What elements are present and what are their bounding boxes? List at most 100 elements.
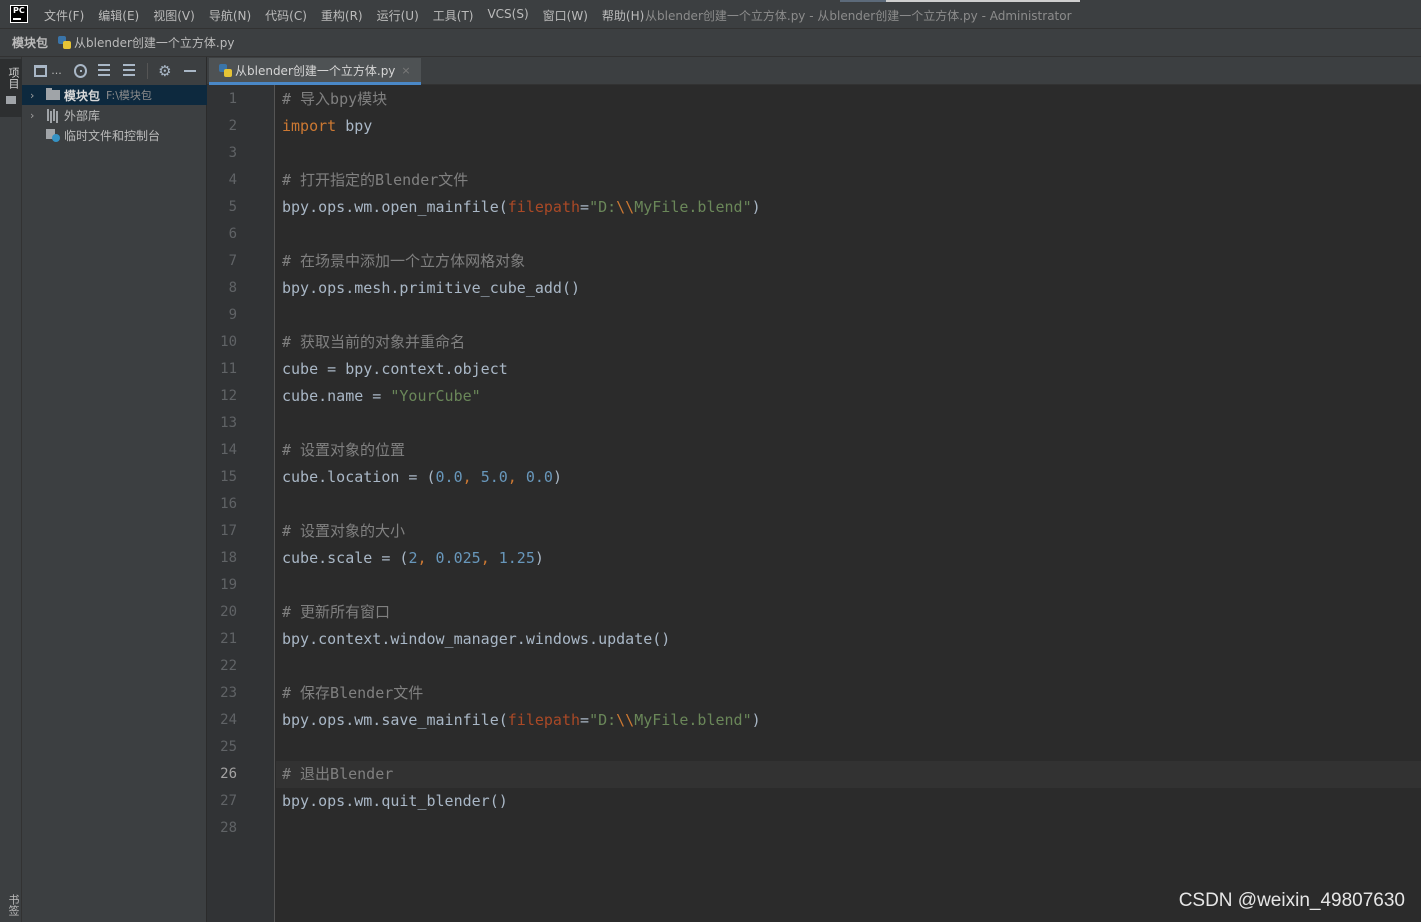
code-line[interactable]: cube = bpy.context.object [282, 356, 508, 383]
line-number: 21 [220, 631, 237, 647]
tree-item-project-root[interactable]: › 模块包 F:\模块包 [22, 85, 207, 105]
menu-item[interactable]: 代码(C) [265, 7, 307, 24]
code-token: 1.25 [498, 549, 535, 567]
code-token: filepath [507, 711, 581, 729]
project-tool-tab[interactable]: 项目 [0, 59, 22, 117]
tree-item-external-libraries[interactable]: › 外部库 [22, 105, 207, 125]
code-line[interactable]: cube.location = (0.0, 5.0, 0.0) [282, 464, 562, 491]
title-bar-accent-light [886, 0, 1080, 2]
code-line[interactable]: # 获取当前的对象并重命名 [282, 329, 465, 356]
line-number: 18 [220, 550, 237, 566]
code-token: , [507, 468, 526, 486]
line-number: 14 [220, 442, 237, 458]
tree-item-label: 外部库 [64, 108, 101, 123]
code-line[interactable]: bpy.ops.wm.quit_blender() [282, 788, 508, 815]
locate-file-icon[interactable] [73, 63, 87, 78]
window-title: 从blender创建一个立方体.py - 从blender创建一个立方体.py … [645, 9, 1072, 23]
code-token: bpy.ops.wm.quit_blender() [282, 792, 508, 810]
line-number: 17 [220, 523, 237, 539]
code-line[interactable]: # 更新所有窗口 [282, 599, 390, 626]
project-tree: › 模块包 F:\模块包 › 外部库 临时文件和控制台 [22, 85, 207, 145]
bookmarks-tool-tab[interactable]: 书签 [5, 894, 21, 916]
code-token: = [580, 198, 590, 216]
chevron-right-icon[interactable]: › [30, 109, 42, 122]
close-icon[interactable]: × [401, 64, 410, 77]
menu-item[interactable]: 帮助(H) [602, 7, 644, 24]
code-token: "D: [589, 711, 617, 729]
line-number: 23 [220, 685, 237, 701]
code-token: \\ [616, 198, 635, 216]
code-token: , [480, 549, 499, 567]
code-token: = [580, 711, 590, 729]
code-line[interactable]: # 设置对象的位置 [282, 437, 405, 464]
menu-item[interactable]: 工具(T) [433, 7, 474, 24]
code-token: # 设置对象的大小 [282, 522, 406, 540]
line-number: 3 [228, 145, 237, 161]
breadcrumb-file[interactable]: 从blender创建一个立方体.py [74, 34, 234, 51]
line-number: 2 [228, 118, 237, 134]
menu-item[interactable]: 重构(R) [321, 7, 363, 24]
code-line[interactable]: cube.name = "YourCube" [282, 383, 481, 410]
tree-item-label: 模块包 [64, 88, 101, 103]
project-panel: ... ⚙ › 模块包 F:\模块包 › 外部库 临时文件和控制台 [22, 57, 207, 922]
code-token: filepath [507, 198, 581, 216]
project-view-dropdown[interactable]: ... [51, 64, 62, 77]
line-number: 20 [220, 604, 237, 620]
python-file-icon [219, 63, 232, 77]
code-line[interactable]: # 设置对象的大小 [282, 518, 405, 545]
project-view-icon[interactable] [34, 64, 48, 77]
watermark: CSDN @weixin_49807630 [1178, 890, 1405, 911]
tab-label: 从blender创建一个立方体.py [235, 63, 396, 78]
code-token: cube.name = [282, 387, 391, 405]
line-number-gutter[interactable]: 1 2 3 4 5 6 7 8 9 10 11 12 13 14 15 16 17 18 19 20 21 22 23 24 2… [207, 85, 275, 922]
code-line[interactable]: # 保存Blender文件 [282, 680, 423, 707]
code-line[interactable]: # 在场景中添加一个立方体网格对象 [282, 248, 525, 275]
code-line[interactable]: bpy.ops.wm.save_mainfile(filepath="D:\\M… [282, 707, 761, 734]
tree-item-scratches[interactable]: 临时文件和控制台 [22, 125, 207, 145]
menu-item[interactable]: 编辑(E) [98, 7, 139, 24]
breadcrumb-root[interactable]: 模块包 [12, 34, 48, 51]
chevron-right-icon[interactable]: › [30, 89, 42, 102]
code-token: # 在场景中添加一个立方体网格对象 [282, 252, 526, 270]
code-line[interactable]: bpy.ops.wm.open_mainfile(filepath="D:\\M… [282, 194, 761, 221]
menu-item[interactable]: 运行(U) [377, 7, 419, 24]
line-number: 10 [220, 334, 237, 350]
expand-all-icon[interactable] [97, 63, 112, 79]
menu-item[interactable]: 文件(F) [44, 7, 84, 24]
code-line[interactable]: # 导入bpy模块 [282, 86, 387, 113]
code-token: bpy.ops.mesh.primitive_cube_add() [282, 279, 581, 297]
app-logo: PC [10, 5, 28, 23]
code-line[interactable]: bpy.context.window_manager.windows.updat… [282, 626, 670, 653]
code-token: bpy.ops.wm.open_mainfile( [282, 198, 508, 216]
line-number: 9 [228, 307, 237, 323]
editor-tab-bar: 从blender创建一个立方体.py × [207, 57, 1421, 85]
collapse-all-icon[interactable] [122, 63, 137, 79]
line-number: 1 [228, 91, 237, 107]
code-token: # 导入bpy模块 [282, 90, 388, 108]
code-line[interactable]: # 打开指定的Blender文件 [282, 167, 468, 194]
scratch-file-icon [46, 128, 60, 142]
code-line[interactable]: bpy.ops.mesh.primitive_cube_add() [282, 275, 580, 302]
hide-panel-icon[interactable] [182, 63, 197, 79]
code-token: ) [751, 198, 761, 216]
breadcrumb: 模块包 从blender创建一个立方体.py [0, 29, 1421, 57]
code-line[interactable]: # 退出Blender [282, 761, 393, 788]
code-token: bpy [336, 117, 373, 135]
menu-item[interactable]: 窗口(W) [543, 7, 588, 24]
code-token: # 获取当前的对象并重命名 [282, 333, 466, 351]
menu-item[interactable]: 视图(V) [153, 7, 195, 24]
code-editor[interactable]: # 导入bpy模块 import bpy # 打开指定的Blender文件 bpy.o… [276, 85, 1421, 922]
gear-icon[interactable]: ⚙ [157, 63, 172, 79]
menu-item[interactable]: 导航(N) [209, 7, 251, 24]
menu-item[interactable]: VCS(S) [487, 7, 528, 24]
left-tool-strip: 项目 书签 [0, 57, 22, 922]
code-line[interactable]: import bpy [282, 113, 372, 140]
tab-active-file[interactable]: 从blender创建一个立方体.py × [209, 58, 421, 85]
code-token: 0.025 [435, 549, 481, 567]
toolbar-divider [146, 62, 148, 79]
line-number: 5 [228, 199, 237, 215]
code-token: ) [534, 549, 544, 567]
line-number: 15 [220, 469, 237, 485]
tree-item-label: 临时文件和控制台 [64, 128, 161, 143]
code-line[interactable]: cube.scale = (2, 0.025, 1.25) [282, 545, 544, 572]
